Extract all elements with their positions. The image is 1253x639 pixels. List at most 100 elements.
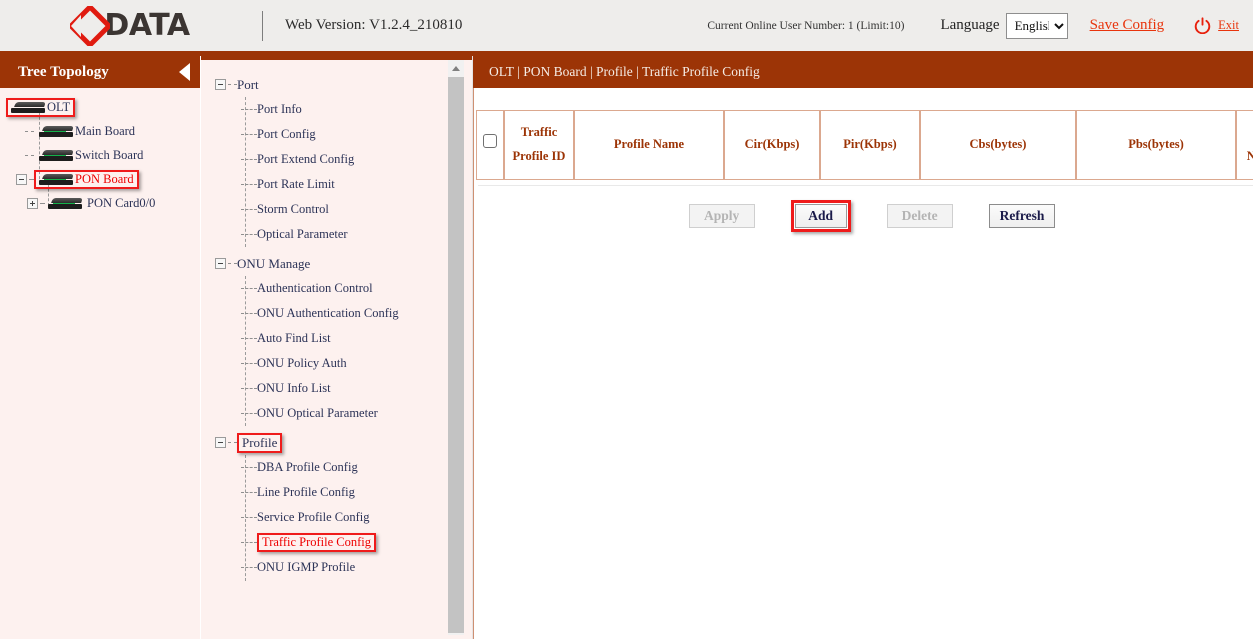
device-tree: OLT Main Board Switch Board xyxy=(0,88,200,215)
menu-item-label: ONU Authentication Config xyxy=(257,306,399,321)
table-header-cir: Cir(Kbps) xyxy=(724,110,820,180)
scroll-up-arrow-icon[interactable] xyxy=(448,60,464,76)
language-select[interactable]: English xyxy=(1006,13,1068,39)
menu-group-onu-manage: ONU Manage Authentication Control ONU Au… xyxy=(215,251,472,426)
header-line-2: Number xyxy=(1247,149,1253,163)
menu-group-header-profile[interactable]: Profile xyxy=(215,430,472,455)
menu-item-label: Port Extend Config xyxy=(257,152,354,167)
table-header-bind-number: Bind Number xyxy=(1236,110,1253,180)
menu-connector xyxy=(241,333,257,344)
menu-item-dba-profile-config[interactable]: DBA Profile Config xyxy=(215,455,472,480)
menu-item-label: Port Rate Limit xyxy=(257,177,335,192)
olt-device-icon xyxy=(11,102,45,113)
web-version-label: Web Version: V1.2.4_210810 xyxy=(285,17,462,34)
menu-group-profile: Profile DBA Profile Config Line Profile … xyxy=(215,430,472,580)
menu-group-header-onu-manage[interactable]: ONU Manage xyxy=(215,251,472,276)
olt-highlight-box: OLT xyxy=(6,98,75,117)
table-header-pbs: Pbs(bytes) xyxy=(1076,110,1236,180)
menu-expander-minus-icon[interactable] xyxy=(215,437,226,448)
menu-item-label: DBA Profile Config xyxy=(257,460,358,475)
save-config-link[interactable]: Save Config xyxy=(1090,17,1165,34)
menu-item-optical-parameter[interactable]: Optical Parameter xyxy=(215,222,472,247)
select-all-checkbox[interactable] xyxy=(483,134,497,148)
main-content: OLT | PON Board | Profile | Traffic Prof… xyxy=(472,56,1253,639)
header-right-group: Current Online User Number: 1 (Limit:10)… xyxy=(707,13,1253,39)
delete-button[interactable]: Delete xyxy=(887,204,953,228)
menu-item-line-profile-config[interactable]: Line Profile Config xyxy=(215,480,472,505)
app-header: DATA Web Version: V1.2.4_210810 Current … xyxy=(0,0,1253,51)
menu-group-port: Port Port Info Port Config Port Extend C… xyxy=(215,72,472,247)
table-header-pir: Pir(Kbps) xyxy=(820,110,920,180)
tree-node-pon-card[interactable]: PON Card0/0 xyxy=(0,191,200,215)
board-device-icon xyxy=(48,198,82,209)
tree-node-olt[interactable]: OLT xyxy=(0,95,200,119)
scrollbar-thumb[interactable] xyxy=(448,77,464,633)
brand-logo-text: DATA xyxy=(104,11,189,41)
tree-node-label: OLT xyxy=(47,100,70,115)
content-pane: Traffic Profile ID Profile Name Cir(Kbps… xyxy=(473,88,1253,639)
add-button[interactable]: Add xyxy=(795,204,847,228)
power-icon[interactable] xyxy=(1194,17,1211,34)
menu-item-port-config[interactable]: Port Config xyxy=(215,122,472,147)
menu-item-port-info[interactable]: Port Info xyxy=(215,97,472,122)
menu-connector xyxy=(241,104,257,115)
board-device-icon xyxy=(39,126,73,137)
menu-item-port-extend-config[interactable]: Port Extend Config xyxy=(215,147,472,172)
add-button-highlight-box: Add xyxy=(791,200,851,232)
menu-scrollbar[interactable] xyxy=(448,60,464,635)
table-bottom-rule xyxy=(478,185,1253,186)
menu-expander-minus-icon[interactable] xyxy=(215,258,226,269)
menu-item-onu-policy-auth[interactable]: ONU Policy Auth xyxy=(215,351,472,376)
menu-group-header-port[interactable]: Port xyxy=(215,72,472,97)
menu-item-storm-control[interactable]: Storm Control xyxy=(215,197,472,222)
table-header-cbs: Cbs(bytes) xyxy=(920,110,1076,180)
menu-item-service-profile-config[interactable]: Service Profile Config xyxy=(215,505,472,530)
collapse-left-arrow-icon[interactable] xyxy=(179,63,190,81)
board-device-icon xyxy=(39,150,73,161)
apply-button[interactable]: Apply xyxy=(689,204,755,228)
header-divider xyxy=(262,11,263,41)
table-header-profile-name: Profile Name xyxy=(574,110,724,180)
menu-connector xyxy=(241,562,257,573)
language-label: Language xyxy=(940,17,999,34)
menu-connector xyxy=(241,512,257,523)
refresh-button[interactable]: Refresh xyxy=(989,204,1056,228)
board-device-icon xyxy=(39,174,73,185)
menu-item-authentication-control[interactable]: Authentication Control xyxy=(215,276,472,301)
menu-connector xyxy=(241,487,257,498)
tree-node-switch-board[interactable]: Switch Board xyxy=(0,143,200,167)
tree-node-label: Switch Board xyxy=(75,148,143,163)
menu-item-label: Port Config xyxy=(257,127,316,142)
tree-topology-sidebar: Tree Topology OLT xyxy=(0,56,200,639)
menu-item-label: Traffic Profile Config xyxy=(262,535,371,550)
menu-connector xyxy=(241,383,257,394)
menu-item-label: Optical Parameter xyxy=(257,227,348,242)
brand-logo: DATA xyxy=(0,0,260,51)
menu-item-auto-find-list[interactable]: Auto Find List xyxy=(215,326,472,351)
sidebar-header: Tree Topology xyxy=(0,56,200,88)
menu-connector xyxy=(228,442,237,443)
menu-item-label: ONU Info List xyxy=(257,381,331,396)
menu-item-label: ONU IGMP Profile xyxy=(257,560,355,575)
table-header-select-all xyxy=(476,110,504,180)
menu-connector xyxy=(241,408,257,419)
menu-connector xyxy=(241,358,257,369)
header-line-2: Profile ID xyxy=(513,149,566,163)
menu-item-port-rate-limit[interactable]: Port Rate Limit xyxy=(215,172,472,197)
tree-connector xyxy=(40,203,45,204)
menu-item-onu-authentication-config[interactable]: ONU Authentication Config xyxy=(215,301,472,326)
tree-expander-plus-icon[interactable] xyxy=(27,198,38,209)
menu-item-onu-igmp-profile[interactable]: ONU IGMP Profile xyxy=(215,555,472,580)
menu-connector xyxy=(241,154,257,165)
menu-connector xyxy=(228,84,237,85)
menu-connector xyxy=(241,283,257,294)
tree-node-pon-board[interactable]: PON Board xyxy=(0,167,200,191)
menu-item-traffic-profile-config[interactable]: Traffic Profile Config xyxy=(215,530,472,555)
menu-item-onu-info-list[interactable]: ONU Info List xyxy=(215,376,472,401)
menu-item-onu-optical-parameter[interactable]: ONU Optical Parameter xyxy=(215,401,472,426)
menu-item-label: Line Profile Config xyxy=(257,485,355,500)
tree-expander-minus-icon[interactable] xyxy=(16,174,27,185)
tree-node-main-board[interactable]: Main Board xyxy=(0,119,200,143)
exit-link[interactable]: Exit xyxy=(1218,18,1239,33)
menu-expander-minus-icon[interactable] xyxy=(215,79,226,90)
